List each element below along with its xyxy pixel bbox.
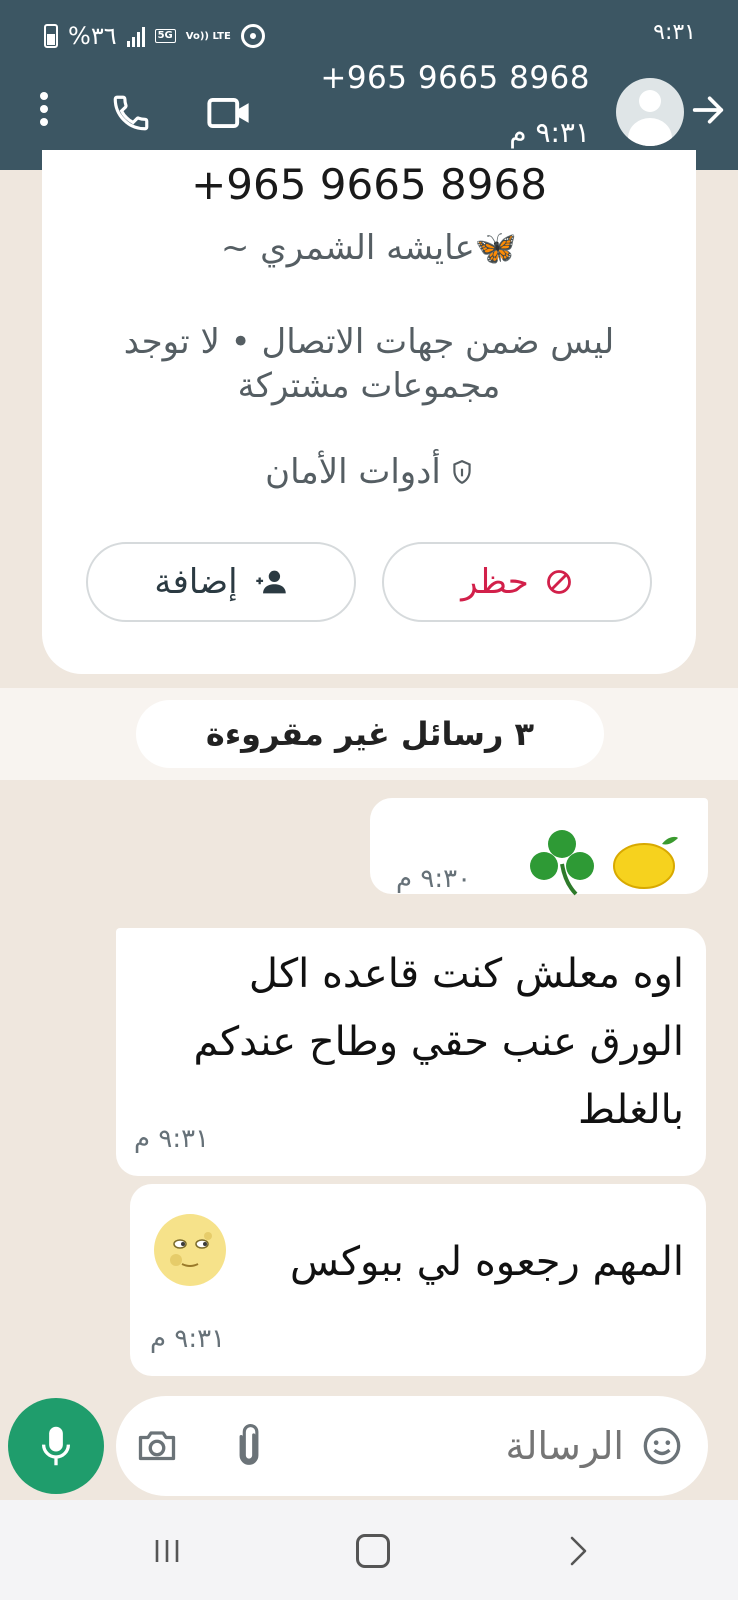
- message-time: ٩:٣١ م: [134, 1124, 210, 1154]
- contact-phone: +965 9665 8968: [191, 160, 547, 209]
- signal-icon: [126, 25, 145, 47]
- shamrock-emoji: [530, 830, 594, 896]
- chat-title[interactable]: +965 9665 8968: [320, 60, 590, 96]
- battery-icon: [44, 24, 58, 48]
- back-arrow-icon[interactable]: [688, 90, 728, 130]
- add-contact-button[interactable]: إضافة: [86, 542, 356, 622]
- status-time: ٩:٣١: [653, 20, 696, 45]
- contact-info-card: +965 9665 8968 ~ عايشه الشمري🦋 ليس ضمن ج…: [42, 150, 696, 674]
- unread-messages-badge: ٣ رسائل غير مقروءة: [136, 700, 604, 768]
- chat-subtitle: ٩:٣١ م: [509, 116, 590, 149]
- attach-icon[interactable]: [234, 1424, 264, 1468]
- contact-status: ليس ضمن جهات الاتصال • لا توجد مجموعات م…: [123, 322, 615, 406]
- more-icon[interactable]: [36, 92, 52, 132]
- block-icon: [546, 570, 571, 594]
- message-text: اوه معلش كنت قاعده اكل الورق عنب حقي وطا…: [193, 951, 684, 1133]
- safety-tools-link[interactable]: أدوات الأمان: [42, 452, 696, 492]
- system-nav-bar: [0, 1500, 738, 1600]
- add-label: إضافة: [154, 562, 238, 602]
- home-icon[interactable]: [356, 1534, 390, 1568]
- hotspot-icon: [240, 24, 265, 48]
- shield-icon: [453, 459, 471, 485]
- battery-level: %٣٦: [68, 22, 117, 50]
- moon-face-emoji: [154, 1214, 226, 1286]
- message-input[interactable]: [364, 1420, 624, 1472]
- status-bar-left: %٣٦ 5G Vo)) LTE: [44, 20, 265, 52]
- avatar[interactable]: [616, 78, 684, 146]
- contact-name: ~ عايشه الشمري🦋: [220, 228, 518, 268]
- safety-tools-label: أدوات الأمان: [265, 452, 441, 492]
- network-badge: 5G: [154, 29, 176, 43]
- lemon-emoji: [613, 836, 678, 889]
- mic-button[interactable]: [8, 1398, 104, 1494]
- mic-icon: [41, 1426, 71, 1466]
- message-time: ٩:٣٠ م: [396, 864, 472, 894]
- message-time: ٩:٣١ م: [150, 1324, 226, 1354]
- add-contact-icon: [255, 570, 286, 594]
- message-text: المهم رجعوه لي ببوكس: [289, 1239, 684, 1285]
- recents-icon[interactable]: [150, 1534, 184, 1568]
- block-button[interactable]: حظر: [382, 542, 652, 622]
- camera-icon[interactable]: [136, 1426, 178, 1464]
- chat-header: %٣٦ 5G Vo)) LTE ٩:٣١ +965 9665 8968 ٩:٣١…: [0, 0, 738, 170]
- message-composer: [116, 1396, 708, 1496]
- message-bubble-incoming[interactable]: اوه معلش كنت قاعده اكل الورق عنب حقي وطا…: [116, 928, 706, 1176]
- nav-back-icon[interactable]: [568, 1534, 590, 1568]
- emoji-icon[interactable]: [642, 1426, 682, 1466]
- block-label: حظر: [461, 562, 529, 602]
- volte-badge: Vo)) LTE: [185, 30, 231, 42]
- video-call-icon[interactable]: [206, 95, 252, 131]
- call-icon[interactable]: [110, 92, 152, 134]
